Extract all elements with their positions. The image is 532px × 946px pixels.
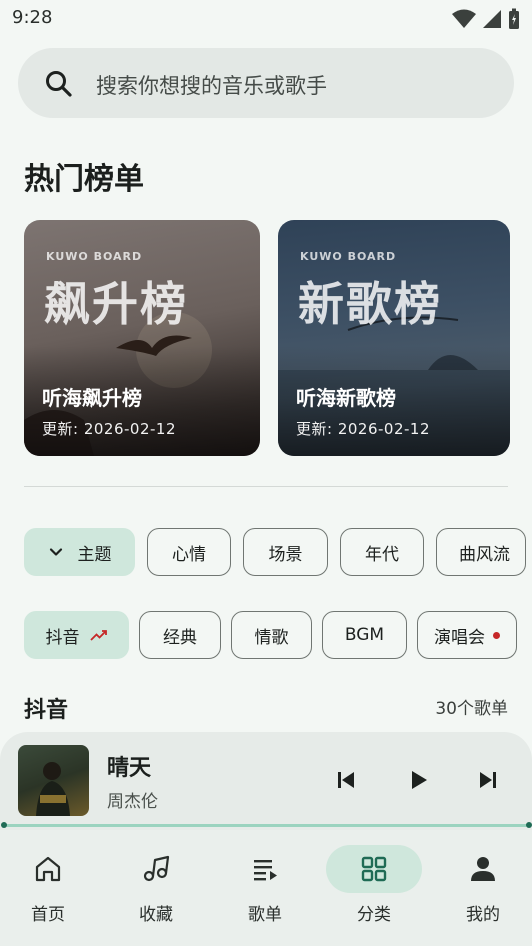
chip-label: 曲风流: [459, 544, 510, 565]
chip-era[interactable]: 年代: [340, 528, 424, 576]
chip-genre[interactable]: 曲风流: [436, 528, 526, 576]
search-icon: [46, 71, 72, 97]
search-input[interactable]: 搜索你想搜的音乐或歌手: [96, 70, 327, 100]
chip-classic[interactable]: 经典: [139, 611, 221, 659]
chip-label: 场景: [268, 544, 303, 565]
card-update-date: 更新: 2026-02-12: [42, 420, 176, 438]
signal-icon: [483, 10, 501, 28]
album-art[interactable]: [18, 745, 89, 816]
chip-label: 情歌: [254, 627, 289, 648]
skip-previous-icon: [338, 772, 354, 788]
chip-label: 主题: [77, 544, 112, 565]
album-art-image: [36, 762, 70, 816]
next-button[interactable]: [470, 762, 506, 798]
nav-icon-container: [108, 845, 204, 893]
trending-up-icon: [89, 630, 107, 641]
grid-icon: [361, 856, 387, 882]
theme-dropdown-chip[interactable]: 主题: [24, 528, 135, 576]
bottom-navigation: 首页 收藏 歌单 分类 我的: [0, 830, 532, 946]
person-icon: [471, 857, 495, 881]
card-title: 听海新歌榜: [296, 386, 396, 410]
playlist-count: 30个歌单: [435, 699, 508, 719]
chip-label: 年代: [365, 544, 399, 565]
nav-icon-container: [0, 845, 96, 893]
card-cover-title: 新歌榜: [298, 277, 442, 331]
nav-item-profile[interactable]: 我的: [435, 844, 531, 936]
progress-end-dot: [526, 822, 532, 828]
chevron-down-icon: [49, 548, 62, 556]
nav-item-playlists[interactable]: 歌单: [217, 844, 313, 936]
battery-icon: [509, 8, 519, 29]
nav-label: 歌单: [248, 905, 282, 925]
music-note-icon: [143, 855, 170, 882]
status-bar: 9:28: [0, 0, 532, 36]
chip-label: 心情: [172, 544, 206, 565]
nav-label: 分类: [357, 905, 391, 925]
play-icon: [412, 771, 427, 789]
chip-concert[interactable]: 演唱会: [417, 611, 517, 659]
nav-icon-container: [217, 845, 313, 893]
nav-icon-container: [326, 845, 422, 893]
tag-chip-row: 抖音 经典 情歌 BGM 演唱会: [24, 611, 532, 659]
card-update-date: 更新: 2026-02-12: [296, 420, 430, 438]
song-artist: 周杰伦: [107, 792, 158, 812]
chip-scene[interactable]: 场景: [243, 528, 328, 576]
chip-bgm[interactable]: BGM: [322, 611, 407, 659]
mini-player[interactable]: 晴天 周杰伦: [0, 732, 532, 830]
chip-label: 抖音: [45, 627, 80, 648]
nav-item-favorites[interactable]: 收藏: [108, 844, 204, 936]
chart-card-new-songs[interactable]: KUWO BOARD 新歌榜 听海新歌榜 更新: 2026-02-12: [278, 220, 510, 456]
nav-item-categories[interactable]: 分类: [326, 844, 422, 936]
status-time: 9:28: [12, 7, 53, 28]
card-cover-title: 飙升榜: [44, 277, 188, 331]
search-bar[interactable]: 搜索你想搜的音乐或歌手: [18, 48, 514, 118]
playlist-icon: [254, 860, 277, 881]
status-icons: [452, 8, 520, 30]
home-icon: [35, 856, 61, 882]
chip-mood[interactable]: 心情: [147, 528, 231, 576]
playback-progress-bar[interactable]: [4, 824, 530, 827]
category-chip-row: 主题 心情 场景 年代 曲风流: [24, 528, 532, 576]
section-title-hot-charts: 热门榜单: [24, 162, 144, 197]
chip-label: 经典: [163, 627, 197, 648]
card-title: 听海飙升榜: [42, 386, 142, 410]
divider: [24, 486, 508, 487]
card-brand: KUWO BOARD: [46, 250, 143, 263]
wifi-icon: [452, 9, 476, 28]
nav-item-home[interactable]: 首页: [0, 844, 96, 936]
chart-card-soaring[interactable]: KUWO BOARD 飙升榜 听海飙升榜 更新: 2026-02-12: [24, 220, 260, 456]
chip-love-songs[interactable]: 情歌: [231, 611, 312, 659]
card-brand: KUWO BOARD: [300, 250, 397, 263]
nav-label: 收藏: [139, 905, 173, 925]
play-button[interactable]: [400, 762, 436, 798]
chip-douyin[interactable]: 抖音: [24, 611, 129, 659]
skip-next-icon: [480, 772, 496, 788]
live-dot-icon: [493, 631, 500, 639]
chip-label: BGM: [344, 625, 385, 645]
nav-icon-container: [435, 845, 531, 893]
nav-label: 首页: [31, 905, 65, 925]
progress-start-dot: [1, 822, 7, 828]
chip-label: 演唱会: [434, 627, 485, 648]
previous-button[interactable]: [328, 762, 364, 798]
list-title: 抖音: [24, 698, 69, 723]
song-title: 晴天: [107, 756, 152, 781]
nav-label: 我的: [466, 905, 500, 925]
